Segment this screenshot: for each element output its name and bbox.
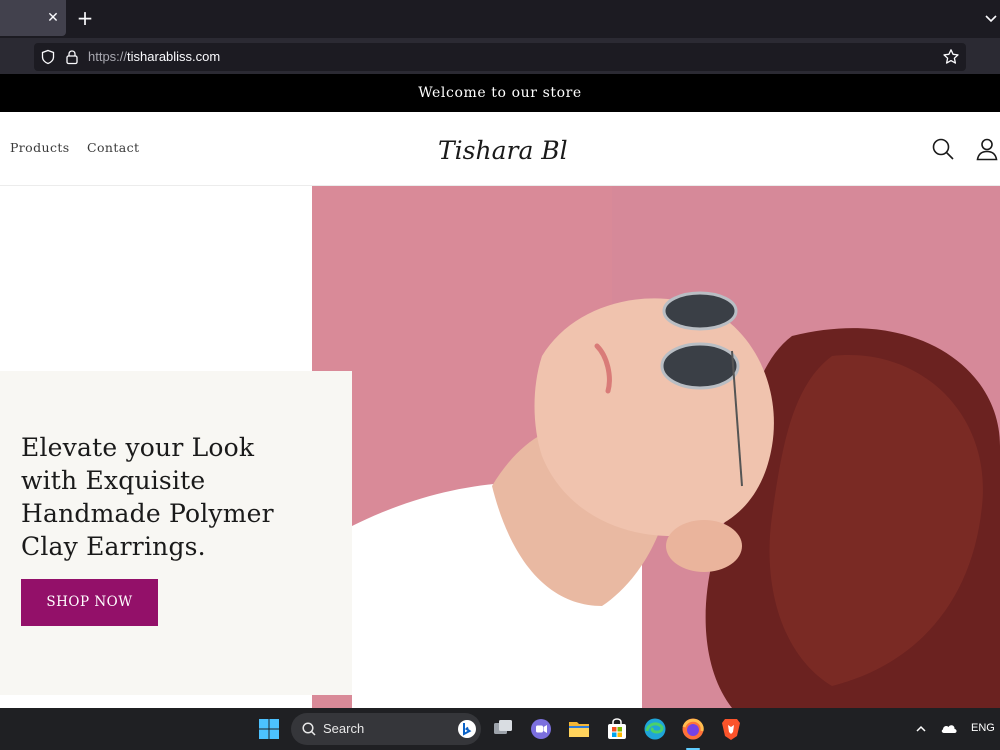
taskbar-search-label: Search <box>323 721 365 736</box>
hero-heading-line-3: Handmade Polymer <box>21 499 274 528</box>
browser-tab[interactable]: ✕ <box>0 0 66 36</box>
chat-icon[interactable] <box>528 716 554 742</box>
shop-now-button[interactable]: SHOP NOW <box>21 579 158 626</box>
browser-nav-bar: https://tisharabliss.com <box>0 38 1000 74</box>
announcement-bar: Welcome to our store <box>0 74 1000 112</box>
url-text[interactable]: https://tisharabliss.com <box>88 49 220 65</box>
hero-image <box>312 186 1000 708</box>
task-view-icon[interactable] <box>490 716 516 742</box>
site-header: Products Contact Tishara Bliss <box>0 112 1000 186</box>
firefox-icon[interactable] <box>680 716 706 742</box>
url-host: tisharabliss.com <box>127 49 221 64</box>
new-tab-icon[interactable]: + <box>74 7 96 29</box>
account-icon[interactable] <box>974 136 1000 162</box>
hero-card: Elevate your Look with Exquisite Handmad… <box>0 371 352 695</box>
edge-icon[interactable] <box>642 716 668 742</box>
logo-text: Tishara Bliss <box>438 136 568 165</box>
site-logo[interactable]: Tishara Bliss <box>432 126 568 172</box>
address-bar[interactable]: https://tisharabliss.com <box>34 43 966 71</box>
nav-link-products[interactable]: Products <box>10 140 70 155</box>
chevron-up-icon[interactable] <box>914 722 928 736</box>
url-scheme: https:// <box>88 49 128 64</box>
hero-heading: Elevate your Look with Exquisite Handmad… <box>21 431 341 563</box>
tab-close-icon[interactable]: ✕ <box>44 9 62 27</box>
taskbar: Search ENG <box>0 708 1000 750</box>
search-icon <box>302 722 316 736</box>
hero-heading-line-2: with Exquisite <box>21 466 206 495</box>
taskbar-search-box[interactable]: Search <box>291 713 481 745</box>
bookmark-star-icon[interactable] <box>942 48 960 66</box>
store-icon[interactable] <box>604 716 630 742</box>
lock-icon[interactable] <box>64 49 80 65</box>
search-icon[interactable] <box>930 136 956 162</box>
hero-heading-line-4: Clay Earrings. <box>21 532 206 561</box>
chevron-down-icon[interactable] <box>982 9 1000 27</box>
browser-tab-bar: ✕ + <box>0 0 1000 38</box>
onedrive-cloud-icon[interactable] <box>940 721 958 735</box>
language-indicator[interactable]: ENG <box>971 722 995 734</box>
windows-start-icon[interactable] <box>256 716 282 742</box>
bing-icon[interactable] <box>457 719 477 739</box>
shield-icon[interactable] <box>40 49 56 65</box>
hero-heading-line-1: Elevate your Look <box>21 433 255 462</box>
file-explorer-icon[interactable] <box>566 716 592 742</box>
brave-icon[interactable] <box>718 716 744 742</box>
nav-link-contact[interactable]: Contact <box>87 140 139 155</box>
